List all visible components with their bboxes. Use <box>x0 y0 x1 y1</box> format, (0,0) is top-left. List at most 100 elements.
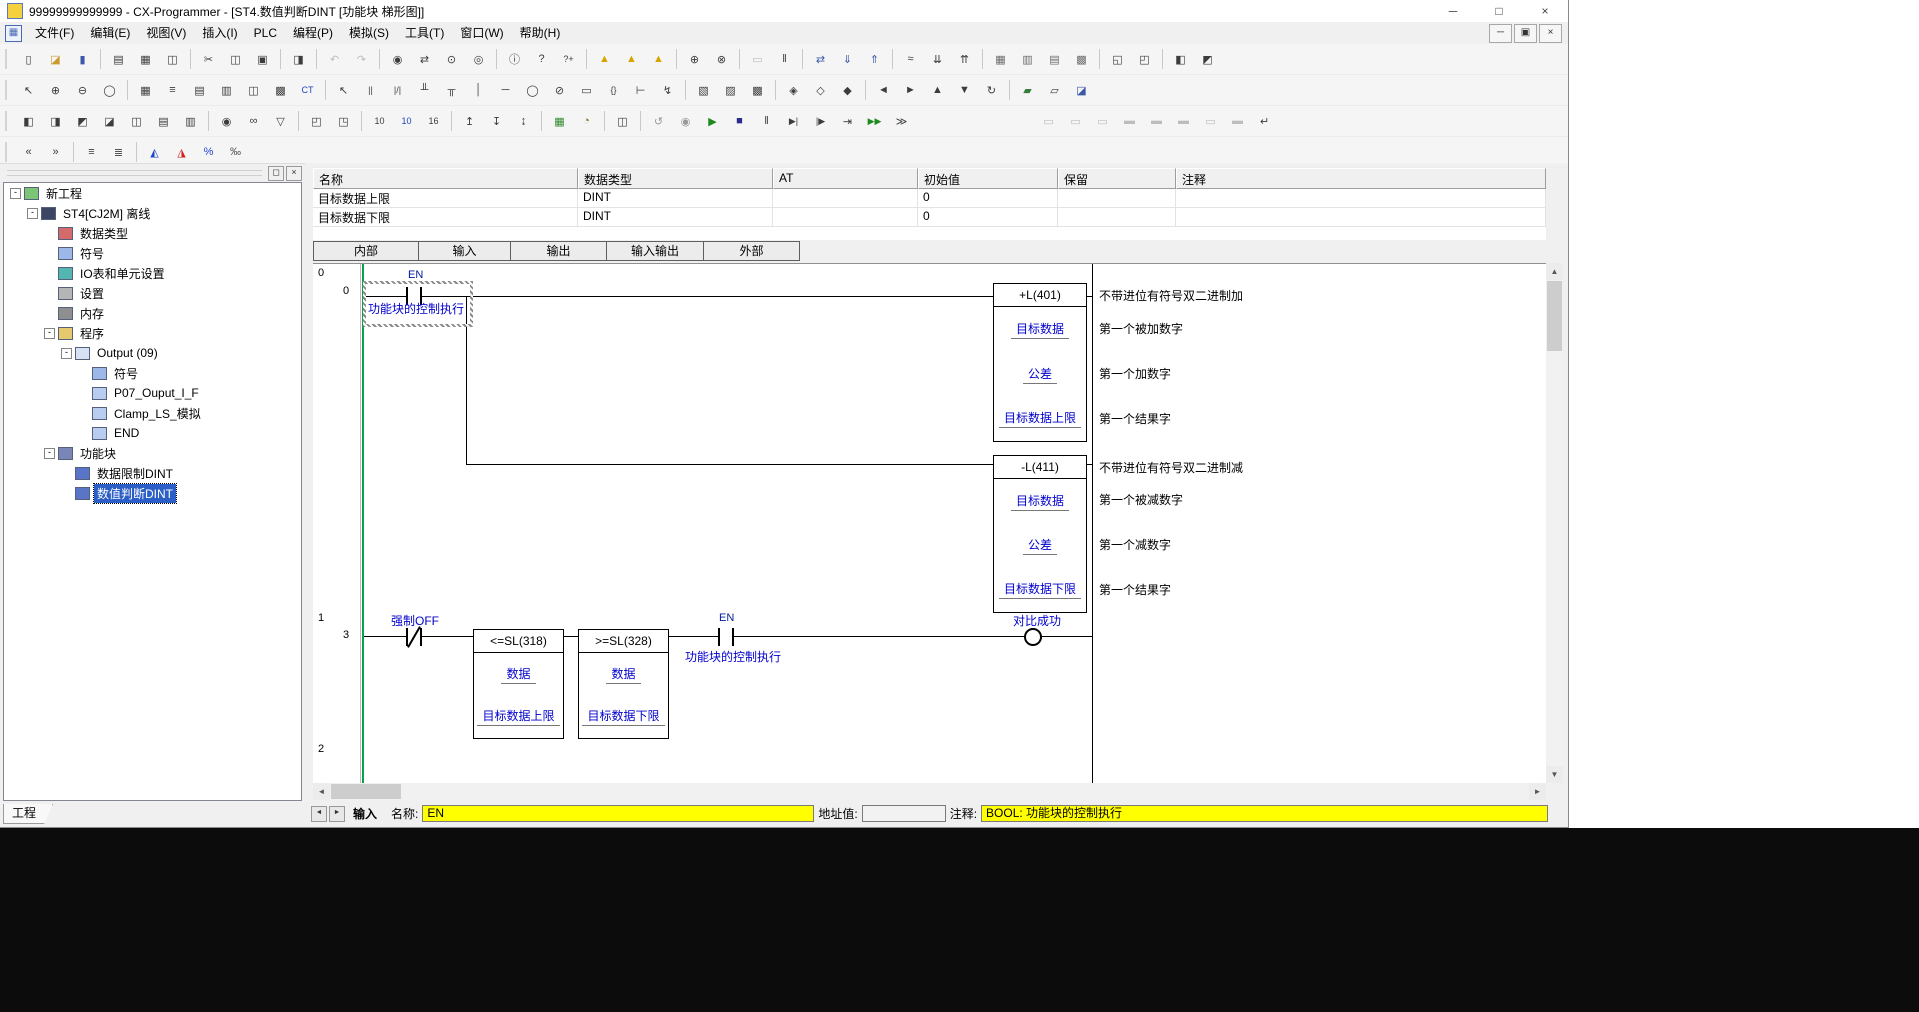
horizontal-scrollbar[interactable]: ◄ ► <box>313 783 1546 800</box>
coil-operand-label[interactable]: 对比成功 <box>1013 612 1061 629</box>
column-header-init[interactable]: 初始值 <box>918 168 1058 189</box>
scan-run-button[interactable]: ≫ <box>889 109 914 133</box>
new-contact-button[interactable]: || <box>358 78 383 102</box>
tree-item-fb-data-limit[interactable]: 数据限制DINT <box>4 463 301 483</box>
simulator-online-button[interactable]: ↺ <box>646 109 671 133</box>
replace-button[interactable]: ⇄ <box>412 47 437 71</box>
compile-all-button[interactable]: ▲ <box>619 47 644 71</box>
contact-operand-label[interactable]: 强制OFF <box>391 612 439 629</box>
wrap-rungs-button[interactable]: ▥ <box>214 78 239 102</box>
instruction-operand[interactable]: 目标数据下限 <box>999 580 1081 599</box>
online-tool-5-button[interactable]: ▬ <box>1144 109 1169 133</box>
show-cross-reference-button[interactable]: ◪ <box>97 109 122 133</box>
cycle-time-button[interactable]: ◰ <box>1132 47 1157 71</box>
pause-button[interactable]: ‖ <box>772 47 797 71</box>
tree-item-settings[interactable]: 设置 <box>4 283 301 303</box>
compare-block-less-equal[interactable]: <=SL(318) 数据 目标数据上限 <box>473 629 564 739</box>
monitor-window-2-button[interactable]: ▥ <box>1015 47 1040 71</box>
copy-button[interactable]: ◫ <box>223 47 248 71</box>
tree-item-program-output[interactable]: -Output (09) <box>4 343 301 363</box>
var-table-empty-row[interactable] <box>313 227 1546 240</box>
tree-item-plc-st4[interactable]: -ST4[CJ2M] 离线 <box>4 203 301 223</box>
partial-upload-button[interactable]: ⇈ <box>952 47 977 71</box>
print-preview-button[interactable]: ◫ <box>160 47 185 71</box>
tree-expander-icon[interactable]: - <box>44 448 55 459</box>
toolbar-grip[interactable] <box>5 111 10 131</box>
redo-button[interactable]: ↷ <box>349 47 374 71</box>
undo-button[interactable]: ↶ <box>322 47 347 71</box>
align-lines-1-button[interactable]: ≡ <box>79 140 104 164</box>
print-button[interactable]: ▦ <box>133 47 158 71</box>
var-tab-4[interactable]: 外部 <box>703 241 800 261</box>
online-tool-4-button[interactable]: ▬ <box>1117 109 1142 133</box>
instruction-operand[interactable]: 公差 <box>1023 365 1057 384</box>
instruction-operand[interactable]: 目标数据上限 <box>477 707 559 726</box>
tree-item-function-blocks[interactable]: -功能块 <box>4 443 301 463</box>
show-local-symbols-button[interactable]: ◫ <box>124 109 149 133</box>
rung-comment-tool-button[interactable]: ▨ <box>718 78 743 102</box>
contact-en-2[interactable] <box>718 628 734 646</box>
column-header-type[interactable]: 数据类型 <box>578 168 773 189</box>
options-button[interactable]: ◧ <box>1168 47 1193 71</box>
online-tool-8-button[interactable]: ▬ <box>1225 109 1250 133</box>
instruction-operand[interactable]: 公差 <box>1023 536 1057 555</box>
tree-item-memory[interactable]: 内存 <box>4 303 301 323</box>
cut-button[interactable]: ✂ <box>196 47 221 71</box>
program-check-button[interactable]: ▲ <box>646 47 671 71</box>
maximize-button[interactable]: □ <box>1476 0 1522 22</box>
help-topics-button[interactable]: ◩ <box>1195 47 1220 71</box>
new-closed-contact-button[interactable]: |/| <box>385 78 410 102</box>
panel-splitter[interactable] <box>305 163 313 827</box>
var-table-row[interactable]: 目标数据下限DINT0 <box>313 208 1546 227</box>
fb-parameter-button[interactable]: ⊢ <box>628 78 653 102</box>
tree-item-io-table[interactable]: IO表和单元设置 <box>4 263 301 283</box>
tree-item-programs[interactable]: -程序 <box>4 323 301 343</box>
fb-tool-2-button[interactable]: ▱ <box>1042 78 1067 102</box>
fb-tool-1-button[interactable]: ▰ <box>1015 78 1040 102</box>
monitor-window-4-button[interactable]: ▩ <box>1069 47 1094 71</box>
time-chart-button[interactable]: ◱ <box>1105 47 1130 71</box>
sim-stop-button[interactable]: ■ <box>727 109 752 133</box>
erase-tool-button[interactable]: ↯ <box>655 78 680 102</box>
show-watch-window-button[interactable]: ◩ <box>70 109 95 133</box>
force-set-button[interactable]: ◭ <box>142 140 167 164</box>
tree-expander-icon[interactable]: - <box>27 208 38 219</box>
instruction-operand[interactable]: 目标数据 <box>1011 492 1069 511</box>
io-comments-button[interactable]: ◫ <box>241 78 266 102</box>
tree-item-section-end[interactable]: END <box>4 423 301 443</box>
sim-run-button[interactable]: ▶ <box>700 109 725 133</box>
monitor-decimal-button[interactable]: 10 <box>367 109 392 133</box>
sim-pause-button[interactable]: ‖ <box>754 109 779 133</box>
output-coil[interactable] <box>1024 628 1042 646</box>
help-button[interactable]: ? <box>529 47 554 71</box>
ladder-editor[interactable]: 0 0 EN 功能块的控制执行 +L(401) 目标数据 公差 目标数据上限 不… <box>313 263 1546 784</box>
step-in-button[interactable]: |▶ <box>808 109 833 133</box>
compare-block-greater-equal[interactable]: >=SL(328) 数据 目标数据下限 <box>578 629 669 739</box>
split-view-button[interactable]: ◰ <box>304 109 329 133</box>
online-tool-7-button[interactable]: ▭ <box>1198 109 1223 133</box>
paste-button[interactable]: ▣ <box>250 47 275 71</box>
horizontal-line-button[interactable]: ─ <box>493 78 518 102</box>
online-edit-send-button[interactable]: ◆ <box>835 78 860 102</box>
comment-tool-button[interactable]: ▧ <box>691 78 716 102</box>
tree-expander-icon[interactable]: - <box>61 348 72 359</box>
pointer-button[interactable]: ↖ <box>16 78 41 102</box>
project-tab[interactable]: 工程 <box>3 804 53 824</box>
trigger-pause-button[interactable]: ◔ <box>574 109 599 133</box>
menu-item-3[interactable]: 插入(I) <box>194 22 245 44</box>
contact-operand-label[interactable]: 功能块的控制执行 <box>368 300 464 317</box>
find-in-project-button[interactable]: ⊙ <box>439 47 464 71</box>
var-tab-2[interactable]: 输出 <box>510 241 607 261</box>
menu-item-8[interactable]: 窗口(W) <box>452 22 511 44</box>
indent-decrease-button[interactable]: « <box>16 140 41 164</box>
new-file-button[interactable]: ▯ <box>16 47 41 71</box>
print-setup-button[interactable]: ▤ <box>106 47 131 71</box>
show-address-reference-button[interactable]: ▤ <box>151 109 176 133</box>
toolbar-grip[interactable] <box>5 80 10 100</box>
zoom-fit-button[interactable]: ◯ <box>97 78 122 102</box>
compare-with-plc-button[interactable]: ≈ <box>898 47 923 71</box>
tree-item-fb-value-judge[interactable]: 数值判断DINT <box>4 483 301 503</box>
mdi-close-button[interactable]: × <box>1539 24 1562 43</box>
var-tab-0[interactable]: 内部 <box>313 241 419 261</box>
new-coil-button[interactable]: ◯ <box>520 78 545 102</box>
